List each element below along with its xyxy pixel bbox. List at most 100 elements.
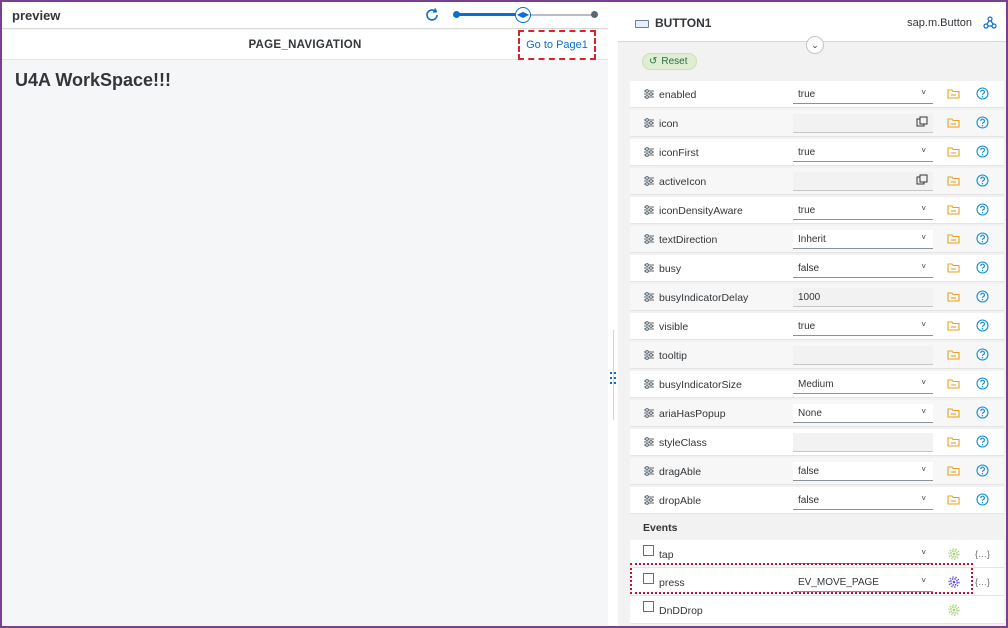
help-icon[interactable] bbox=[976, 290, 989, 303]
property-input-icon[interactable] bbox=[793, 114, 933, 133]
folder-bind-icon[interactable] bbox=[947, 204, 960, 215]
folder-bind-icon[interactable] bbox=[947, 349, 960, 360]
help-icon[interactable] bbox=[976, 377, 989, 390]
property-row-iconFirst: iconFirst true ˅ bbox=[630, 139, 1004, 166]
property-row-busyIndicatorSize: busyIndicatorSize Medium ˅ bbox=[630, 371, 1004, 398]
help-icon[interactable] bbox=[976, 174, 989, 187]
property-select-visible[interactable]: true ˅ bbox=[793, 317, 933, 336]
folder-bind-icon[interactable] bbox=[947, 146, 960, 157]
property-settings-icon bbox=[644, 408, 654, 418]
folder-bind-icon[interactable] bbox=[947, 465, 960, 476]
collapse-header-button[interactable]: ⌄ bbox=[806, 36, 824, 54]
property-settings-icon bbox=[644, 205, 654, 215]
input-value: 1000 bbox=[798, 292, 821, 303]
event-checkbox[interactable] bbox=[643, 601, 654, 612]
select-value: true bbox=[798, 147, 816, 158]
property-select-busy[interactable]: false ˅ bbox=[793, 259, 933, 278]
folder-bind-icon[interactable] bbox=[947, 436, 960, 447]
zoom-max-dot bbox=[591, 11, 598, 18]
code-brackets-icon[interactable]: {…} bbox=[975, 548, 991, 560]
help-icon[interactable] bbox=[976, 406, 989, 419]
event-checkbox[interactable] bbox=[643, 573, 654, 584]
folder-bind-icon[interactable] bbox=[947, 88, 960, 99]
help-icon[interactable] bbox=[976, 261, 989, 274]
property-row-dropAble: dropAble false ˅ bbox=[630, 487, 1004, 514]
property-settings-icon bbox=[644, 321, 654, 331]
gear-icon[interactable] bbox=[948, 604, 960, 616]
value-help-icon[interactable] bbox=[916, 116, 928, 128]
event-row-tap: tap ˅ {…} bbox=[630, 540, 1004, 568]
network-icon[interactable] bbox=[983, 16, 997, 30]
folder-bind-icon[interactable] bbox=[947, 378, 960, 389]
property-input-styleClass[interactable] bbox=[793, 433, 933, 452]
folder-bind-icon[interactable] bbox=[947, 262, 960, 273]
property-row-tooltip: tooltip bbox=[630, 342, 1004, 369]
value-help-icon[interactable] bbox=[916, 174, 928, 186]
event-handler-select-press[interactable]: EV_MOVE_PAGE ˅ bbox=[793, 573, 933, 592]
folder-bind-icon[interactable] bbox=[947, 175, 960, 186]
zoom-slider[interactable]: ◀▶ bbox=[453, 7, 599, 23]
property-row-styleClass: styleClass bbox=[630, 429, 1004, 456]
property-select-busyIndicatorSize[interactable]: Medium ˅ bbox=[793, 375, 933, 394]
property-row-icon: icon bbox=[630, 110, 1004, 137]
event-row-press: press EV_MOVE_PAGE ˅ {…} bbox=[630, 568, 1004, 596]
select-value: true bbox=[798, 321, 816, 332]
property-select-ariaHasPopup[interactable]: None ˅ bbox=[793, 404, 933, 423]
button-control-icon bbox=[635, 20, 649, 28]
help-icon[interactable] bbox=[976, 87, 989, 100]
property-settings-icon bbox=[644, 379, 654, 389]
select-value: EV_MOVE_PAGE bbox=[798, 577, 879, 588]
gear-icon[interactable] bbox=[948, 548, 960, 560]
go-to-page1-button[interactable]: Go to Page1 bbox=[518, 30, 596, 60]
help-icon[interactable] bbox=[976, 319, 989, 332]
property-row-activeIcon: activeIcon bbox=[630, 168, 1004, 195]
property-label: iconFirst bbox=[659, 147, 699, 159]
splitter[interactable] bbox=[608, 2, 618, 626]
property-label: activeIcon bbox=[659, 176, 707, 188]
property-input-tooltip[interactable] bbox=[793, 346, 933, 365]
property-select-textDirection[interactable]: Inherit ˅ bbox=[793, 230, 933, 249]
help-icon[interactable] bbox=[976, 348, 989, 361]
help-icon[interactable] bbox=[976, 145, 989, 158]
help-icon[interactable] bbox=[976, 464, 989, 477]
folder-bind-icon[interactable] bbox=[947, 320, 960, 331]
folder-bind-icon[interactable] bbox=[947, 494, 960, 505]
refresh-icon[interactable] bbox=[423, 6, 441, 24]
help-icon[interactable] bbox=[976, 203, 989, 216]
property-label: dropAble bbox=[659, 495, 702, 507]
splitter-grip-icon[interactable] bbox=[609, 371, 617, 385]
help-icon[interactable] bbox=[976, 232, 989, 245]
chevron-down-icon: ˅ bbox=[921, 407, 926, 416]
event-checkbox[interactable] bbox=[643, 545, 654, 556]
select-value: false bbox=[798, 466, 820, 477]
property-select-iconFirst[interactable]: true ˅ bbox=[793, 143, 933, 162]
select-value: None bbox=[798, 408, 822, 419]
folder-bind-icon[interactable] bbox=[947, 233, 960, 244]
chevron-down-icon: ˅ bbox=[921, 88, 926, 97]
help-icon[interactable] bbox=[976, 435, 989, 448]
property-label: busyIndicatorDelay bbox=[659, 292, 749, 304]
property-select-dropAble[interactable]: false ˅ bbox=[793, 491, 933, 510]
select-value: Inherit bbox=[798, 234, 826, 245]
property-select-dragAble[interactable]: false ˅ bbox=[793, 462, 933, 481]
event-handler-select-tap[interactable]: ˅ bbox=[793, 545, 933, 564]
property-select-enabled[interactable]: true ˅ bbox=[793, 85, 933, 104]
event-row-DnDDrop: DnDDrop bbox=[630, 596, 1004, 624]
folder-bind-icon[interactable] bbox=[947, 117, 960, 128]
chevron-down-icon: ˅ bbox=[921, 465, 926, 474]
select-value: Medium bbox=[798, 379, 834, 390]
property-input-busyIndicatorDelay[interactable]: 1000 bbox=[793, 288, 933, 307]
property-select-iconDensityAware[interactable]: true ˅ bbox=[793, 201, 933, 220]
property-input-activeIcon[interactable] bbox=[793, 172, 933, 191]
help-icon[interactable] bbox=[976, 116, 989, 129]
help-icon[interactable] bbox=[976, 493, 989, 506]
object-name: BUTTON1 bbox=[655, 16, 712, 30]
gear-icon[interactable] bbox=[948, 576, 960, 588]
property-label: busyIndicatorSize bbox=[659, 379, 742, 391]
folder-bind-icon[interactable] bbox=[947, 291, 960, 302]
reset-button[interactable]: ↺ Reset bbox=[642, 53, 697, 70]
zoom-handle[interactable]: ◀▶ bbox=[515, 7, 531, 23]
property-label: enabled bbox=[659, 89, 697, 101]
folder-bind-icon[interactable] bbox=[947, 407, 960, 418]
code-brackets-icon[interactable]: {…} bbox=[975, 576, 991, 588]
